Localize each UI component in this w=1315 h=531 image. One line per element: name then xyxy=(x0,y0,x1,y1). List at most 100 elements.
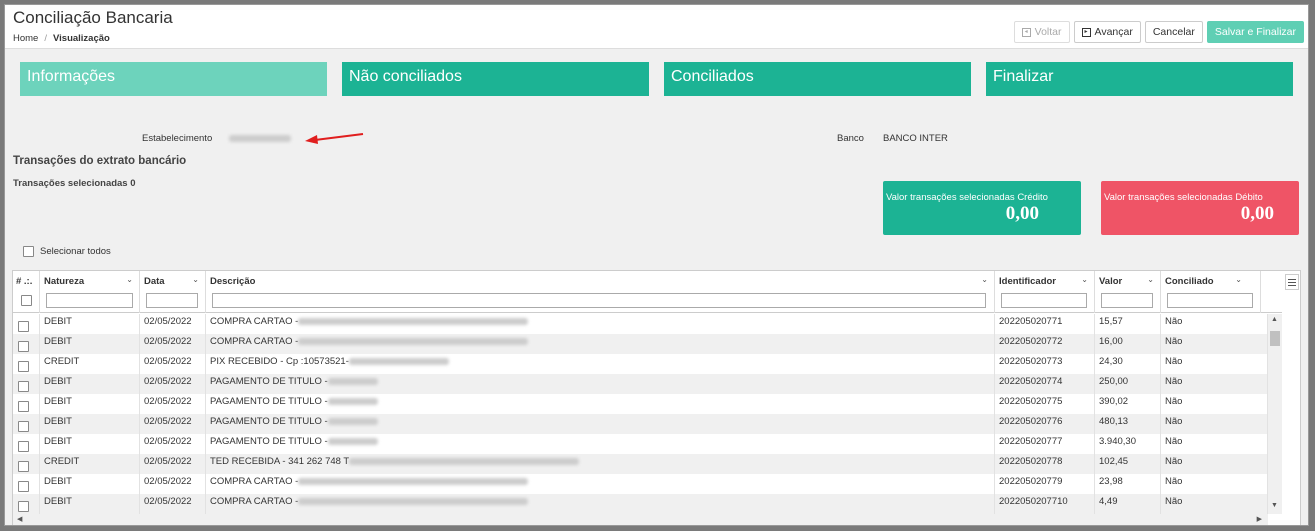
toolbar: ◂ Voltar ▸ Avançar Cancelar Salvar e Final… xyxy=(1013,21,1304,43)
cell-id-text: 202205020779 xyxy=(999,476,1063,487)
col-header-select[interactable]: # .:. xyxy=(13,271,40,313)
cell-id-text: 202205020774 xyxy=(999,376,1063,387)
table-row[interactable]: DEBIT 02/05/2022 COMPRA CARTAO - 2022050207… xyxy=(13,314,1268,334)
section-title: Transações do extrato bancário xyxy=(13,155,187,167)
table-row[interactable]: DEBIT 02/05/2022 PAGAMENTO DE TITULO - 2022… xyxy=(13,434,1268,454)
cell-valor-text: 23,98 xyxy=(1099,476,1123,487)
step-nao-conciliados[interactable]: Não conciliados xyxy=(342,62,649,96)
cell-id-text: 202205020775 xyxy=(999,396,1063,407)
grid-menu-button[interactable] xyxy=(1285,274,1299,290)
cell-desc-text: PAGAMENTO DE TITULO - xyxy=(210,436,328,447)
cell-data: 02/05/2022 xyxy=(140,354,206,374)
table-row[interactable]: DEBIT 02/05/2022 PAGAMENTO DE TITULO - 2022… xyxy=(13,414,1268,434)
back-button[interactable]: ◂ Voltar xyxy=(1013,21,1070,43)
cell-data-text: 02/05/2022 xyxy=(144,396,192,407)
scroll-left-icon[interactable]: ◀ xyxy=(17,515,22,523)
chevron-down-icon[interactable]: ⌄ xyxy=(126,275,133,284)
row-checkbox[interactable] xyxy=(18,401,29,412)
vertical-scrollbar[interactable]: ▲ ▼ xyxy=(1268,314,1282,514)
col-header-data[interactable]: Data ⌄ xyxy=(140,271,206,313)
select-all-checkbox[interactable] xyxy=(23,246,34,257)
cell-natureza: DEBIT xyxy=(40,414,140,434)
chevron-down-icon[interactable]: ⌄ xyxy=(1081,275,1088,284)
header-checkbox[interactable] xyxy=(21,295,32,306)
chevron-down-icon[interactable]: ⌄ xyxy=(192,275,199,284)
cell-id: 202205020778 xyxy=(995,454,1095,474)
col-header-identificador-label: Identificador xyxy=(999,276,1057,287)
save-finish-button[interactable]: Salvar e Finalizar xyxy=(1206,21,1304,43)
row-checkbox[interactable] xyxy=(18,441,29,452)
col-header-descricao[interactable]: Descrição ⌄ xyxy=(206,271,995,313)
select-all[interactable]: Selecionar todos xyxy=(23,246,111,257)
cell-data: 02/05/2022 xyxy=(140,454,206,474)
filter-data-input[interactable] xyxy=(146,293,198,308)
row-checkbox[interactable] xyxy=(18,461,29,472)
col-header-identificador[interactable]: Identificador ⌄ xyxy=(995,271,1095,313)
page-title: Conciliação Bancaria xyxy=(13,8,173,27)
filter-natureza-input[interactable] xyxy=(46,293,133,308)
cell-data-text: 02/05/2022 xyxy=(144,316,192,327)
table-row[interactable]: CREDIT 02/05/2022 PIX RECEBIDO - Cp :10573… xyxy=(13,354,1268,374)
table-row[interactable]: DEBIT 02/05/2022 PAGAMENTO DE TITULO - 2022… xyxy=(13,394,1268,414)
filter-conciliado-input[interactable] xyxy=(1167,293,1253,308)
cell-data: 02/05/2022 xyxy=(140,374,206,394)
scroll-thumb[interactable] xyxy=(1270,331,1280,346)
debit-total-value: 0,00 xyxy=(1240,203,1274,224)
table-row[interactable]: DEBIT 02/05/2022 COMPRA CARTAO - 2022050207… xyxy=(13,334,1268,354)
filter-valor-input[interactable] xyxy=(1101,293,1153,308)
redacted-description xyxy=(327,397,378,405)
cell-conc: Não xyxy=(1161,434,1268,454)
horizontal-scrollbar[interactable]: ◀ ▶ xyxy=(13,514,1268,525)
chevron-down-icon[interactable]: ⌄ xyxy=(1235,275,1242,284)
cell-natureza-text: DEBIT xyxy=(44,476,72,487)
step-finalizar[interactable]: Finalizar xyxy=(986,62,1293,96)
redacted-description xyxy=(298,337,529,345)
table-row[interactable]: CREDIT 02/05/2022 TED RECEBIDA - 341 262 7… xyxy=(13,454,1268,474)
row-checkbox[interactable] xyxy=(18,481,29,492)
step-conciliados[interactable]: Conciliados xyxy=(664,62,971,96)
cancel-button[interactable]: Cancelar xyxy=(1144,21,1203,43)
cell-desc-text: PAGAMENTO DE TITULO - xyxy=(210,376,328,387)
cell-natureza-text: DEBIT xyxy=(44,416,72,427)
row-checkbox[interactable] xyxy=(18,381,29,392)
col-header-conciliado[interactable]: Conciliado ⌄ xyxy=(1161,271,1261,313)
step-informacoes[interactable]: Informações xyxy=(20,62,327,96)
row-checkbox[interactable] xyxy=(18,421,29,432)
scroll-up-icon[interactable]: ▲ xyxy=(1271,316,1278,323)
cell-desc: PAGAMENTO DE TITULO - xyxy=(206,414,995,434)
col-header-natureza[interactable]: Natureza ⌄ xyxy=(40,271,140,313)
cell-data: 02/05/2022 xyxy=(140,474,206,494)
chevron-down-icon[interactable]: ⌄ xyxy=(1147,275,1154,284)
cell-valor: 390,02 xyxy=(1095,394,1161,414)
cell-valor-text: 250,00 xyxy=(1099,376,1129,387)
breadcrumb-home[interactable]: Home xyxy=(13,33,38,44)
redacted-description xyxy=(349,457,580,465)
cell-desc: COMPRA CARTAO - xyxy=(206,334,995,354)
cell-natureza: CREDIT xyxy=(40,354,140,374)
grid-header: # .:. Natureza ⌄ Data ⌄ Descrição ⌄ Iden… xyxy=(13,271,1282,313)
scroll-right-icon[interactable]: ▶ xyxy=(1257,515,1262,523)
col-header-valor[interactable]: Valor ⌄ xyxy=(1095,271,1161,313)
table-row[interactable]: DEBIT 02/05/2022 PAGAMENTO DE TITULO - 2022… xyxy=(13,374,1268,394)
filter-identificador-input[interactable] xyxy=(1001,293,1087,308)
row-checkbox[interactable] xyxy=(18,501,29,512)
cell-conc-text: Não xyxy=(1165,376,1183,387)
table-row[interactable]: DEBIT 02/05/2022 COMPRA CARTAO - 2022050207… xyxy=(13,474,1268,494)
row-checkbox[interactable] xyxy=(18,321,29,332)
cell-natureza-text: DEBIT xyxy=(44,316,72,327)
scroll-down-icon[interactable]: ▼ xyxy=(1271,502,1278,509)
menu-icon xyxy=(1288,279,1296,280)
col-header-select-label: # .:. xyxy=(16,276,33,287)
cell-conc-text: Não xyxy=(1165,456,1183,467)
filter-descricao-input[interactable] xyxy=(212,293,986,308)
debit-total-label: Valor transações selecionadas Débito xyxy=(1104,192,1263,203)
cell-data-text: 02/05/2022 xyxy=(144,476,192,487)
cell-conc: Não xyxy=(1161,454,1268,474)
cell-desc-text: COMPRA CARTAO - xyxy=(210,316,299,327)
next-button[interactable]: ▸ Avançar xyxy=(1073,21,1141,43)
forward-icon: ▸ xyxy=(1081,27,1091,37)
row-checkbox[interactable] xyxy=(18,361,29,372)
table-row[interactable]: DEBIT 02/05/2022 COMPRA CARTAO - 2022050207… xyxy=(13,494,1268,514)
chevron-down-icon[interactable]: ⌄ xyxy=(981,275,988,284)
row-checkbox[interactable] xyxy=(18,341,29,352)
